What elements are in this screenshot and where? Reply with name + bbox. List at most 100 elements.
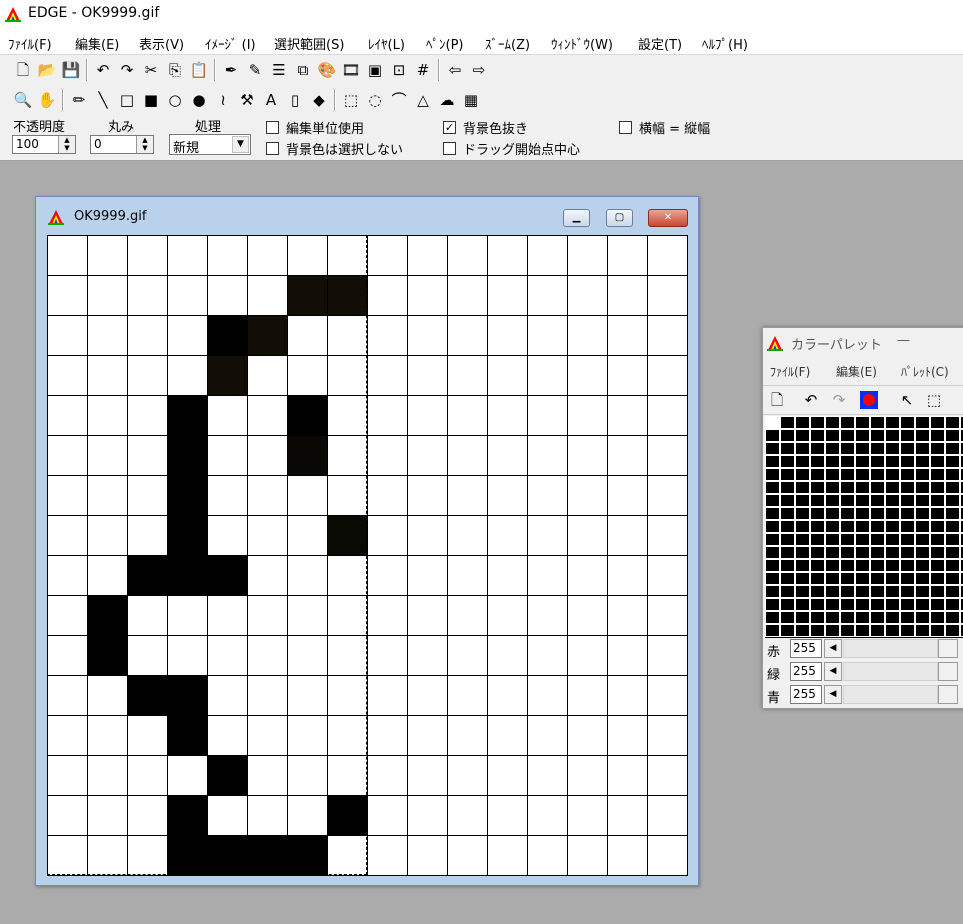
palette-swatch[interactable] bbox=[765, 546, 780, 559]
palette-swatch[interactable] bbox=[840, 481, 855, 494]
palette-swatch[interactable] bbox=[780, 598, 795, 611]
curve-icon[interactable]: ≀ bbox=[212, 89, 234, 111]
cut-icon[interactable]: ✂ bbox=[140, 59, 162, 81]
palette-swatch[interactable] bbox=[855, 455, 870, 468]
palette-swatch[interactable] bbox=[825, 507, 840, 520]
palette-swatch[interactable] bbox=[795, 520, 810, 533]
palette-swatch[interactable] bbox=[810, 416, 825, 429]
palette-swatch[interactable] bbox=[885, 585, 900, 598]
palette-swatch[interactable] bbox=[945, 494, 960, 507]
text-icon[interactable]: A bbox=[260, 89, 282, 111]
palette-swatch[interactable] bbox=[900, 546, 915, 559]
palette-swatch[interactable] bbox=[885, 546, 900, 559]
palette-swatch[interactable] bbox=[885, 481, 900, 494]
palette-swatch[interactable] bbox=[780, 572, 795, 585]
menu-window[interactable]: ｳｨﾝﾄﾞｳ(W) bbox=[551, 34, 613, 53]
palette-swatch[interactable] bbox=[765, 624, 780, 637]
palette-swatch[interactable] bbox=[855, 585, 870, 598]
palette-swatch[interactable] bbox=[915, 624, 930, 637]
palette-swatch[interactable] bbox=[900, 429, 915, 442]
palette-swatch[interactable] bbox=[825, 481, 840, 494]
palette-swatch[interactable] bbox=[930, 585, 945, 598]
save-icon[interactable]: 💾 bbox=[60, 59, 82, 81]
palette-swatch[interactable] bbox=[885, 455, 900, 468]
menu-view[interactable]: 表示(V) bbox=[139, 34, 184, 53]
palette-swatch[interactable] bbox=[945, 481, 960, 494]
palette-swatch[interactable] bbox=[840, 624, 855, 637]
aspect-checkbox[interactable]: 横幅 = 縦幅 bbox=[619, 118, 710, 137]
palette-swatch[interactable] bbox=[900, 481, 915, 494]
palette-swatch[interactable] bbox=[900, 624, 915, 637]
palette-swatch[interactable] bbox=[765, 559, 780, 572]
palette-swatch[interactable] bbox=[855, 507, 870, 520]
palette-swatch[interactable] bbox=[900, 572, 915, 585]
palette-swatch[interactable] bbox=[825, 455, 840, 468]
hammer-icon[interactable]: ⚒ bbox=[236, 89, 258, 111]
palette-swatch[interactable] bbox=[945, 546, 960, 559]
palette-swatch[interactable] bbox=[795, 429, 810, 442]
animation-icon[interactable]: 🎞 bbox=[340, 59, 362, 81]
palette-swatch[interactable] bbox=[795, 624, 810, 637]
palette-menu-edit[interactable]: 編集(E) bbox=[836, 363, 877, 380]
palette-swatch[interactable] bbox=[915, 585, 930, 598]
palette-swatch[interactable] bbox=[795, 507, 810, 520]
rgb-slider-thumb[interactable] bbox=[938, 685, 958, 704]
palette-swatch[interactable] bbox=[765, 533, 780, 546]
palette-swatch[interactable] bbox=[840, 611, 855, 624]
palette-swatch[interactable] bbox=[945, 520, 960, 533]
palette-swatch[interactable] bbox=[825, 494, 840, 507]
rgb-value-field[interactable]: 255 bbox=[790, 639, 822, 658]
palette-swatch[interactable] bbox=[885, 520, 900, 533]
fill-icon[interactable]: ◆ bbox=[308, 89, 330, 111]
palette-menu-file[interactable]: ﾌｧｲﾙ(F) bbox=[770, 363, 810, 380]
palette-swatch[interactable] bbox=[870, 481, 885, 494]
palette-swatch[interactable] bbox=[855, 481, 870, 494]
palette-swatch[interactable] bbox=[765, 429, 780, 442]
palette-swatch[interactable] bbox=[945, 533, 960, 546]
paste-icon[interactable]: 📋 bbox=[188, 59, 210, 81]
spray-icon[interactable]: ▯ bbox=[284, 89, 306, 111]
palette-swatch[interactable] bbox=[900, 559, 915, 572]
palette-swatch[interactable] bbox=[855, 494, 870, 507]
palette-swatch[interactable] bbox=[840, 585, 855, 598]
palette-swatch[interactable] bbox=[915, 598, 930, 611]
palette-swatch[interactable] bbox=[885, 416, 900, 429]
menu-selection[interactable]: 選択範囲(S) bbox=[274, 34, 344, 53]
select-rect-icon[interactable]: ⬚ bbox=[923, 389, 945, 411]
palette-swatch[interactable] bbox=[870, 533, 885, 546]
palette-swatch[interactable] bbox=[810, 598, 825, 611]
palette-swatch[interactable] bbox=[900, 598, 915, 611]
palette-swatch[interactable] bbox=[840, 416, 855, 429]
palette-color-grid[interactable] bbox=[765, 416, 963, 638]
palette-swatch[interactable] bbox=[780, 481, 795, 494]
scroll-left-icon[interactable]: ◀ bbox=[824, 662, 842, 681]
palette-swatch[interactable] bbox=[765, 494, 780, 507]
process-combo[interactable]: 新規 ▼ bbox=[169, 134, 251, 156]
palette-swatch[interactable] bbox=[930, 624, 945, 637]
polygon-select-icon[interactable]: △ bbox=[412, 89, 434, 111]
palette-swatch[interactable] bbox=[945, 455, 960, 468]
palette-swatch[interactable] bbox=[930, 468, 945, 481]
filled-rect-icon[interactable]: ■ bbox=[140, 89, 162, 111]
palette-swatch[interactable] bbox=[885, 507, 900, 520]
opacity-spinner[interactable]: 100 ▲ ▼ bbox=[12, 135, 76, 154]
checkbox-box[interactable] bbox=[443, 142, 456, 155]
palette-minimize-button[interactable]: — bbox=[897, 333, 910, 348]
dropdown-arrow-icon[interactable]: ▼ bbox=[232, 136, 249, 153]
palette-swatch[interactable] bbox=[885, 494, 900, 507]
palette-swatch[interactable] bbox=[810, 520, 825, 533]
maximize-button[interactable]: ▢ bbox=[606, 209, 633, 227]
palette-swatch[interactable] bbox=[825, 416, 840, 429]
palette-swatch[interactable] bbox=[885, 624, 900, 637]
palette-swatch[interactable] bbox=[825, 559, 840, 572]
palette-menu-palette[interactable]: ﾊﾟﾚｯﾄ(C) bbox=[901, 363, 949, 380]
spin-arrows-icon[interactable]: ▲ ▼ bbox=[136, 136, 153, 153]
palette-swatch[interactable] bbox=[840, 494, 855, 507]
palette-swatch[interactable] bbox=[870, 546, 885, 559]
palette-swatch[interactable] bbox=[780, 611, 795, 624]
menu-file[interactable]: ﾌｧｲﾙ(F) bbox=[8, 34, 52, 53]
pen-layer-icon[interactable]: ✒ bbox=[220, 59, 242, 81]
palette-swatch[interactable] bbox=[855, 572, 870, 585]
palette-swatch[interactable] bbox=[795, 611, 810, 624]
palette-swatch[interactable] bbox=[810, 624, 825, 637]
